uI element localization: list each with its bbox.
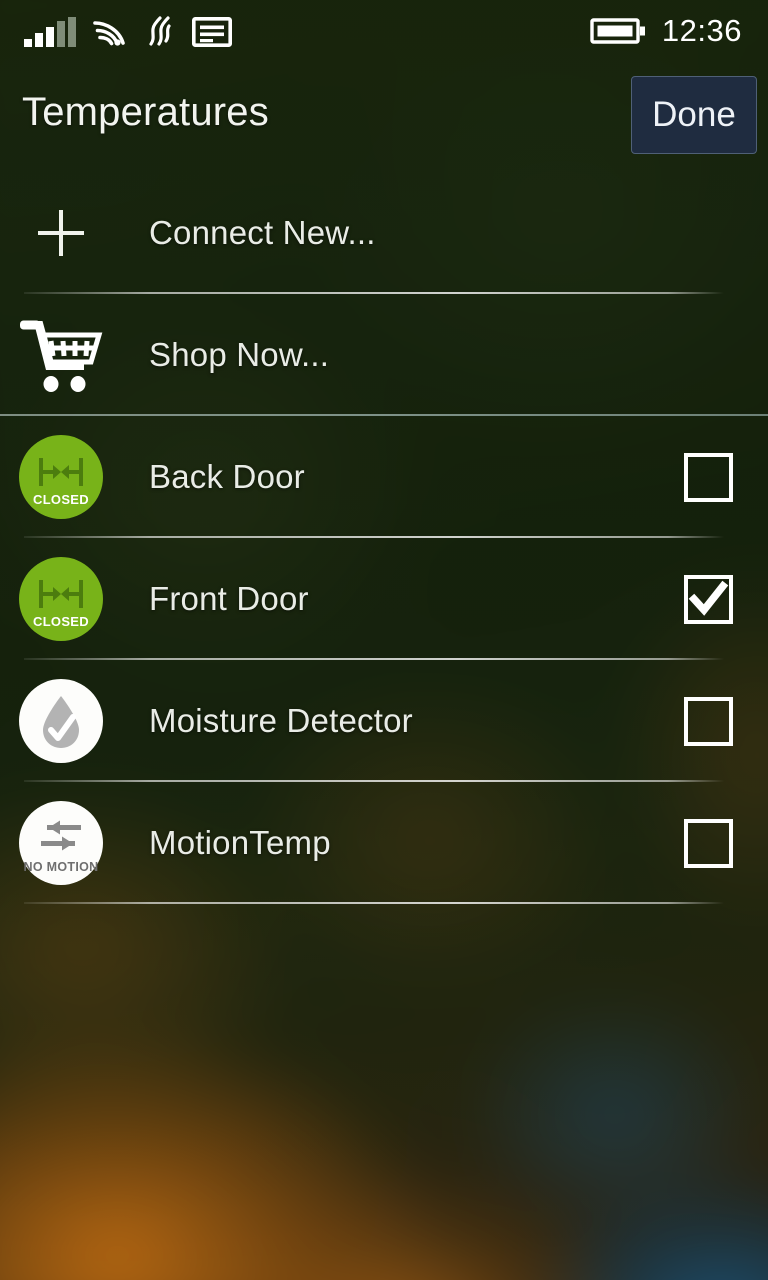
table-row-moisture-detector[interactable]: Moisture Detector — [0, 660, 768, 782]
front-door-checkbox-slot — [648, 574, 768, 624]
motion-arrows-icon — [19, 818, 103, 854]
status-badge — [19, 679, 103, 763]
door-sensor-icon — [19, 577, 103, 611]
device-name-label: MotionTemp — [149, 824, 331, 861]
table-row-front-door[interactable]: CLOSED Front Door — [0, 538, 768, 660]
water-droplet-check-icon — [19, 693, 103, 751]
moisture-detector-checkbox-slot — [648, 696, 768, 746]
list-item-label: Connect New... — [149, 214, 376, 251]
list-item-shop-now[interactable]: Shop Now... — [0, 294, 768, 416]
device-name-label: Front Door — [149, 580, 309, 617]
connect-new-icon-slot — [0, 210, 122, 256]
moisture-detector-icon-slot — [0, 679, 122, 763]
screen-content: 12:36 Temperatures Done Connect New... S… — [0, 0, 768, 1280]
status-badge: NO MOTION — [19, 801, 103, 885]
device-checkbox[interactable] — [683, 696, 733, 746]
status-bar-clock: 12:36 — [661, 13, 742, 48]
door-sensor-icon — [19, 455, 103, 489]
motiontemp-checkbox-slot — [648, 818, 768, 868]
device-list: Connect New... Shop Now... CLOSED Back D… — [0, 172, 768, 904]
message-card-icon — [192, 17, 232, 47]
shop-now-icon-slot — [0, 318, 122, 392]
status-bar: 12:36 — [0, 0, 768, 62]
row-separator — [24, 902, 724, 904]
back-door-checkbox-slot — [648, 452, 768, 502]
title-bar: Temperatures Done — [0, 62, 768, 172]
done-button[interactable]: Done — [631, 76, 757, 154]
status-badge-label: CLOSED — [33, 492, 89, 507]
list-item-label: Shop Now... — [149, 336, 330, 373]
cellular-signal-icon — [24, 17, 76, 47]
wifi-icon — [92, 17, 128, 47]
table-row-motiontemp[interactable]: NO MOTION MotionTemp — [0, 782, 768, 904]
device-checkbox[interactable] — [683, 452, 733, 502]
device-name-label: Back Door — [149, 458, 305, 495]
motiontemp-icon-slot: NO MOTION — [0, 801, 122, 885]
phone-screen: 12:36 Temperatures Done Connect New... S… — [0, 0, 768, 1280]
device-checkbox[interactable] — [683, 574, 733, 624]
status-badge: CLOSED — [19, 435, 103, 519]
status-badge-label: NO MOTION — [23, 859, 99, 874]
table-row-back-door[interactable]: CLOSED Back Door — [0, 416, 768, 538]
front-door-icon-slot: CLOSED — [0, 557, 122, 641]
status-badge-label: CLOSED — [33, 614, 89, 629]
status-bar-left-icons — [24, 15, 232, 47]
shopping-cart-icon — [18, 318, 104, 392]
status-bar-right-icons: 12:36 — [590, 13, 742, 49]
device-name-label: Moisture Detector — [149, 702, 413, 739]
device-checkbox[interactable] — [683, 818, 733, 868]
status-badge: CLOSED — [19, 557, 103, 641]
vibration-waves-icon — [144, 15, 176, 47]
back-door-icon-slot: CLOSED — [0, 435, 122, 519]
list-item-connect-new[interactable]: Connect New... — [0, 172, 768, 294]
battery-full-icon — [590, 16, 646, 46]
plus-icon — [38, 210, 84, 256]
page-title: Temperatures — [22, 90, 269, 134]
